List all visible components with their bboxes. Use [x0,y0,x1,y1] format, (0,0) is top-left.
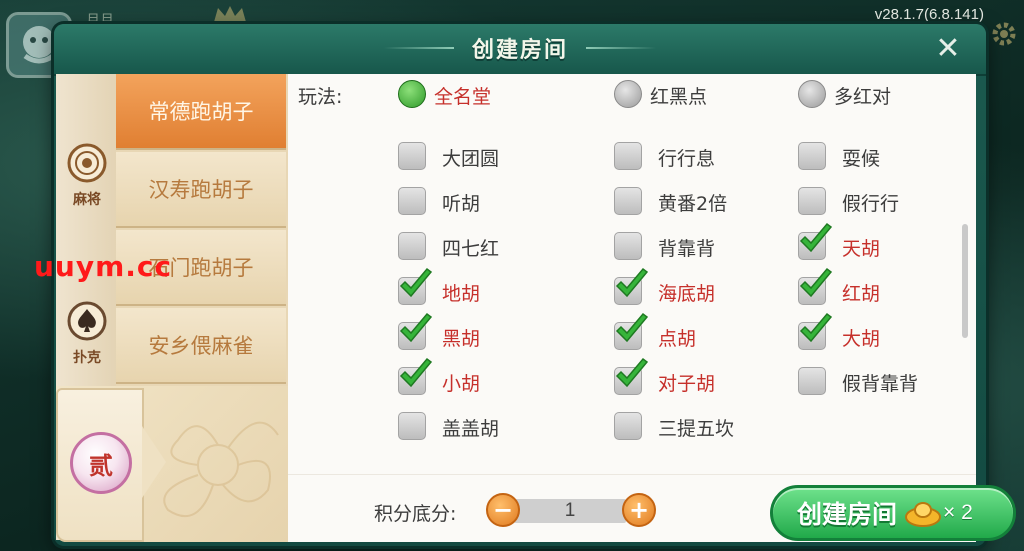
watermark-text: uuym.cc [34,250,173,283]
rule-label: 点胡 [658,328,697,350]
rule-checkbox[interactable] [398,232,426,260]
dialog-title-bar: 创建房间 ✕ [54,24,986,76]
rule-label: 盖盖胡 [442,418,500,440]
play-mode-radio-hongheidian[interactable] [614,80,642,108]
rule-checkbox[interactable] [614,232,642,260]
rank-medal: 贰 [70,432,132,494]
checkmark-icon [799,222,833,253]
rule-checkbox[interactable] [798,267,833,305]
game-item-changde[interactable]: 常德跑胡子 [116,74,286,150]
game-list: 常德跑胡子 汉寿跑胡子 石门跑胡子 安乡偎麻雀 [116,74,288,410]
checkmark-icon [615,357,649,388]
title-wing-left [383,47,454,49]
rule-label: 耍候 [842,148,881,170]
close-button[interactable]: ✕ [932,34,964,66]
rule-label: 大团圆 [442,148,500,170]
rule-checkbox[interactable] [398,357,433,395]
rule-checkbox[interactable] [614,142,642,170]
rule-checkbox[interactable] [398,412,426,440]
medal-char: 贰 [89,450,113,480]
checkmark-icon [799,267,833,298]
rule-checkbox[interactable] [798,312,833,350]
mahjong-tile-icon [67,143,107,183]
version-text: v28.1.7(6.8.141) [874,6,984,23]
title-wing-right [586,47,656,49]
rule-checkbox[interactable] [798,142,826,170]
rule-label: 黑胡 [442,328,481,350]
category-mahjong-label: 麻将 [73,192,101,208]
left-deco-panel: 贰 [56,386,288,542]
play-mode-label: 玩法: [298,86,343,108]
category-poker-label: 扑克 [73,350,101,366]
rule-checkbox[interactable] [398,312,433,350]
play-mode-radio-duohongdui[interactable] [798,80,826,108]
create-room-label: 创建房间 [797,500,898,529]
scrollbar-thumb[interactable] [962,224,968,338]
rule-label: 三提五坎 [658,418,735,440]
create-room-button[interactable]: 创建房间 × 2 [770,485,1016,541]
rule-label: 黄番2倍 [658,193,728,215]
rule-label: 红胡 [842,283,881,305]
rule-label: 海底胡 [658,283,716,305]
rule-checkbox[interactable] [614,312,649,350]
rule-label: 对子胡 [658,373,716,395]
checkmark-icon [799,312,833,343]
rule-label: 小胡 [442,373,481,395]
create-room-dialog: 创建房间 ✕ 麻将 扑克 常德跑胡子 汉寿跑胡子 石门跑胡子 安乡偎麻雀 贰 玩… [54,24,1016,546]
rule-checkbox[interactable] [398,142,426,170]
rule-label: 假行行 [842,193,900,215]
gear-icon[interactable] [990,20,1018,48]
game-item-hanshou[interactable]: 汉寿跑胡子 [116,152,286,228]
play-mode-radio-quanmingtang[interactable] [398,80,426,108]
play-mode-option-label: 多红对 [834,86,892,108]
create-room-cost: × 2 [943,501,973,524]
crown-icon [214,6,246,22]
rule-checkbox[interactable] [798,367,826,395]
score-value: 1 [514,499,626,523]
checkmark-icon [615,312,649,343]
category-poker[interactable]: 扑克 [56,284,118,384]
checkmark-icon [399,312,433,343]
rule-checkbox[interactable] [614,267,649,305]
title-plate: 创建房间 [354,26,686,70]
checkmark-icon [399,357,433,388]
rule-label: 听胡 [442,193,481,215]
rule-label: 假背靠背 [842,373,919,395]
score-plus-button[interactable]: + [622,493,656,527]
rule-label: 行行息 [658,148,716,170]
rule-checkbox[interactable] [614,412,642,440]
spade-icon [67,301,107,341]
rule-checkbox[interactable] [614,357,649,395]
rule-checkbox[interactable] [798,187,826,215]
category-mahjong[interactable]: 麻将 [56,126,118,226]
checkmark-icon [399,267,433,298]
rule-label: 四七红 [442,238,500,260]
medal-arrow [142,426,166,498]
game-item-anxiang[interactable]: 安乡偎麻雀 [116,308,286,384]
rule-label: 天胡 [842,238,881,260]
rule-checkbox[interactable] [614,187,642,215]
rule-label: 大胡 [842,328,881,350]
gold-ingot-icon [905,502,942,527]
checkmark-icon [615,267,649,298]
rule-label: 地胡 [442,283,481,305]
rule-checkbox[interactable] [398,267,433,305]
play-mode-option-label: 全名堂 [434,86,492,108]
rule-checkbox[interactable] [398,187,426,215]
options-panel: 玩法: 全名堂 红黑点 多红对 大团圆 行行息 耍候听胡 黄番2倍 假行行四七红 背靠背 天… [288,74,976,474]
rule-checkbox[interactable] [798,222,833,260]
score-minus-button[interactable]: − [486,493,520,527]
rule-label: 背靠背 [658,238,716,260]
footer-bar: 积分底分: 1 − + 创建房间 × 2 [288,474,1016,542]
play-mode-option-label: 红黑点 [650,86,708,108]
dialog-title: 创建房间 [471,38,568,63]
medal-card: 贰 [56,388,144,542]
score-label: 积分底分: [374,503,457,525]
